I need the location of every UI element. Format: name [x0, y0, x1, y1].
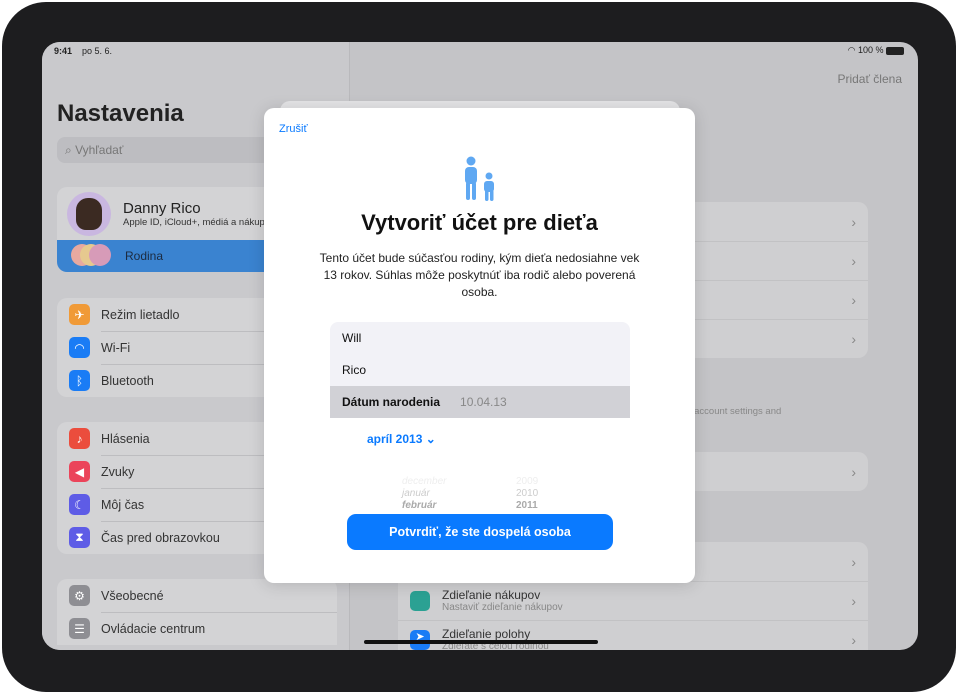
moon-icon: ☾ — [69, 494, 90, 515]
wifi-icon: ◠ — [69, 337, 90, 358]
sidebar-item-general[interactable]: ⚙ Všeobecné — [57, 579, 337, 612]
status-time: 9:41 — [54, 46, 73, 56]
ipad-frame: 9:41 po 5. 6. ◠ 100 % Nastavenia ⌕ Vyhľa… — [2, 2, 956, 692]
battery-icon — [886, 46, 904, 55]
dialog-title: Vytvoriť účet pre dieťa — [361, 210, 598, 235]
purchase-sharing-row[interactable]: Zdieľanie nákupov Nastaviť zdieľanie náku… — [398, 581, 868, 620]
footer-note: ild account settings and — [682, 406, 782, 417]
avatar — [67, 191, 111, 236]
wifi-status-icon: ◠ — [847, 45, 858, 55]
family-avatars-icon — [71, 244, 113, 268]
create-child-account-dialog: Zrušiť Vytvoriť účet pre dieťa Tento úče… — [264, 108, 695, 583]
home-indicator — [364, 640, 598, 644]
chevron-down-icon: ⌄ — [425, 432, 436, 446]
location-sharing-row[interactable]: ➤ Zdieľanie polohy Zdieľate s celou rodino… — [398, 620, 868, 650]
confirm-adult-button[interactable]: Potvrdiť, že ste dospelá osoba — [347, 514, 613, 550]
month-picker[interactable]: december január február — [402, 476, 446, 512]
general-group: ⚙ Všeobecné ☰ Ovládacie centrum — [57, 579, 337, 645]
toggles-icon: ☰ — [69, 618, 90, 639]
profile-subtitle: Apple ID, iCloud+, médiá a nákupy — [123, 216, 270, 228]
profile-name: Danny Rico — [123, 199, 201, 217]
speaker-icon: ◀ — [69, 461, 90, 482]
dialog-description: Tento účet bude súčasťou rodiny, kým die… — [319, 251, 640, 299]
bluetooth-icon: ᛒ — [69, 370, 90, 391]
status-date: po 5. 6. — [82, 46, 113, 56]
sidebar-item-control-center[interactable]: ☰ Ovládacie centrum — [57, 612, 337, 645]
page-title: Nastavenia — [57, 100, 184, 127]
status-battery: ◠ 100 % — [848, 45, 904, 56]
parent-child-icon — [459, 156, 501, 202]
screen: 9:41 po 5. 6. ◠ 100 % Nastavenia ⌕ Vyhľa… — [42, 42, 918, 650]
first-name-field[interactable]: Will — [330, 322, 630, 354]
cancel-button[interactable]: Zrušiť — [279, 123, 308, 135]
add-member-button[interactable]: Pridať člena — [837, 72, 902, 86]
purchase-sharing-icon — [410, 590, 430, 611]
bell-icon: ♪ — [69, 428, 90, 449]
search-icon: ⌕ — [65, 143, 76, 157]
birthdate-row[interactable]: Dátum narodenia 10.04.13 — [330, 386, 630, 418]
airplane-icon: ✈ — [69, 304, 90, 325]
last-name-field[interactable]: Rico — [330, 354, 630, 386]
year-picker[interactable]: 2009 2010 2011 — [516, 476, 538, 512]
child-form: Will Rico Dátum narodenia 10.04.13 — [330, 322, 630, 418]
month-year-selector[interactable]: apríl 2013 ⌄ — [367, 432, 436, 446]
gear-icon: ⚙ — [69, 585, 90, 606]
hourglass-icon: ⧗ — [69, 527, 90, 548]
